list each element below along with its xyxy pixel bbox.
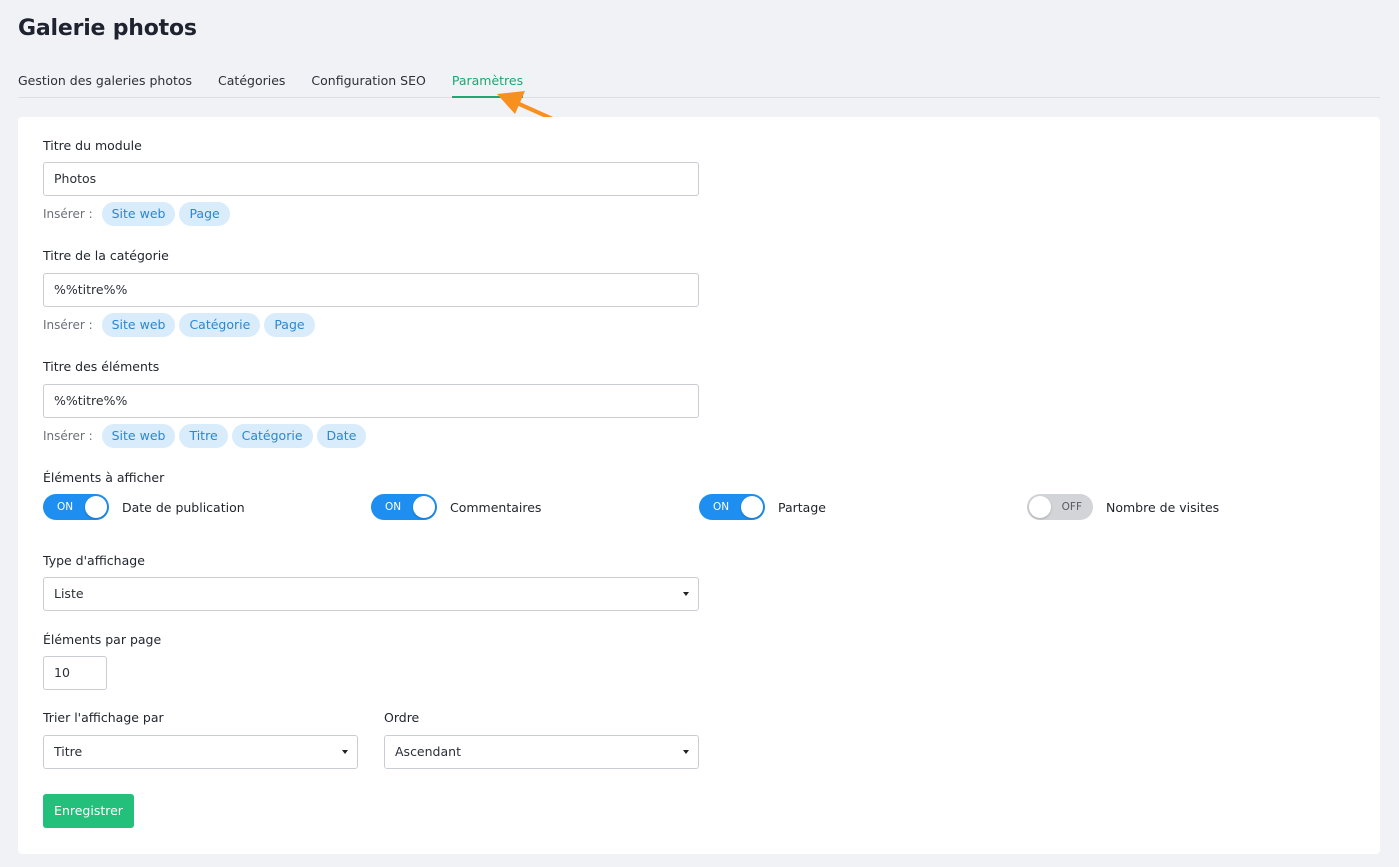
order-select[interactable]: Ascendant [384,735,699,769]
toggle-partage[interactable]: ON [699,494,765,520]
elements-title-label: Titre des éléments [43,359,160,374]
caret-down-icon [342,750,348,754]
toggle-state-text: ON [713,501,730,513]
chip-site-web[interactable]: Site web [101,202,176,226]
chip-date[interactable]: Date [316,424,367,448]
toggle-knob [1029,496,1051,518]
chip-categorie[interactable]: Catégorie [231,424,313,448]
tab-categories[interactable]: Catégories [218,70,285,98]
page-title: Galerie photos [18,16,197,41]
module-title-insert-row: Insérer : Site web Page [43,202,234,226]
toggle-state-text: ON [385,501,402,513]
insert-label: Insérer : [43,318,93,332]
toggle-group-date-publication: ON Date de publication [43,494,245,520]
insert-label: Insérer : [43,429,93,443]
tab-gestion-galeries[interactable]: Gestion des galeries photos [18,70,192,98]
chip-titre[interactable]: Titre [179,424,228,448]
caret-down-icon [683,592,689,596]
chip-site-web[interactable]: Site web [101,424,176,448]
module-title-label: Titre du module [43,138,142,153]
toggle-label-partage: Partage [778,499,826,515]
chip-site-web[interactable]: Site web [101,313,176,337]
display-type-value: Liste [54,586,84,601]
per-page-label: Éléments par page [43,632,162,647]
chip-categorie[interactable]: Catégorie [179,313,261,337]
settings-card: Titre du module Photos Insérer : Site we… [18,117,1380,854]
toggle-label-date-publication: Date de publication [122,499,245,515]
toggle-commentaires[interactable]: ON [371,494,437,520]
sort-by-select[interactable]: Titre [43,735,358,769]
elements-title-insert-row: Insérer : Site web Titre Catégorie Date [43,424,370,448]
module-title-input[interactable]: Photos [43,162,699,196]
order-value: Ascendant [395,744,461,759]
toggle-group-nombre-visites: OFF Nombre de visites [1027,494,1219,520]
save-button[interactable]: Enregistrer [43,794,134,828]
category-title-insert-row: Insérer : Site web Catégorie Page [43,313,319,337]
toggle-label-nombre-visites: Nombre de visites [1106,499,1220,515]
order-label: Ordre [384,710,420,725]
toggle-nombre-visites[interactable]: OFF [1027,494,1093,520]
tab-configuration-seo[interactable]: Configuration SEO [311,70,425,98]
per-page-input[interactable]: 10 [43,656,107,690]
toggle-state-text: ON [57,501,74,513]
caret-down-icon [683,750,689,754]
display-type-label: Type d'affichage [43,553,145,568]
insert-label: Insérer : [43,207,93,221]
display-type-select[interactable]: Liste [43,577,699,611]
toggle-group-partage: ON Partage [699,494,826,520]
toggle-knob [741,496,763,518]
toggle-knob [413,496,435,518]
toggle-label-commentaires: Commentaires [450,499,542,515]
category-title-input[interactable]: %%titre%% [43,273,699,307]
sort-by-label: Trier l'affichage par [43,710,164,725]
toggle-date-publication[interactable]: ON [43,494,109,520]
toggle-group-commentaires: ON Commentaires [371,494,541,520]
category-title-label: Titre de la catégorie [43,248,169,263]
toggle-state-text: OFF [1061,501,1082,513]
elements-title-input[interactable]: %%titre%% [43,384,699,418]
chip-page[interactable]: Page [179,202,230,226]
tab-bar: Gestion des galeries photos Catégories C… [18,70,1380,98]
sort-by-value: Titre [54,744,83,759]
chip-page[interactable]: Page [264,313,315,337]
display-elements-label: Éléments à afficher [43,470,165,485]
toggle-knob [85,496,107,518]
